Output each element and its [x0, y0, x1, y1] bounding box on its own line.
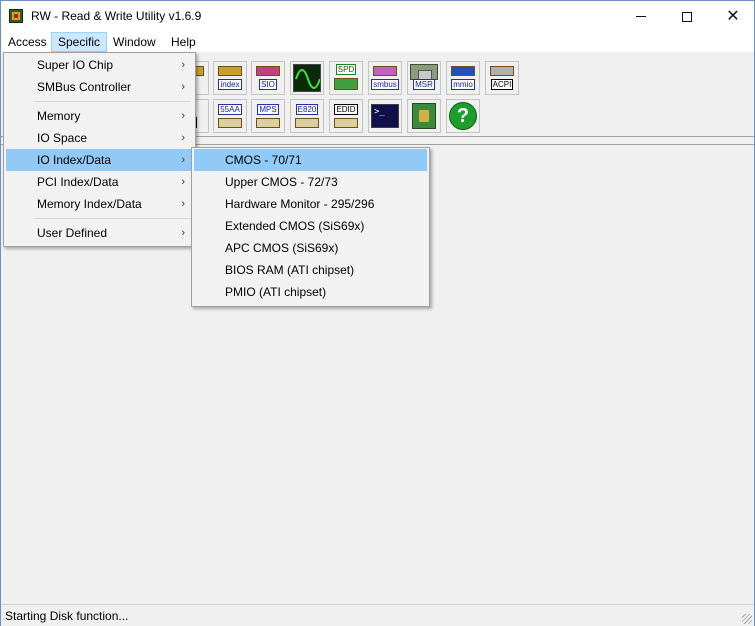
edid-icon: EDID	[332, 102, 360, 130]
submenu-arrow-icon: ›	[181, 227, 185, 239]
toolbar-button-terminal[interactable]: >_	[368, 99, 402, 133]
submenu-item-pmio[interactable]: PMIO (ATI chipset)	[194, 281, 427, 303]
smbus-label: smbus	[371, 79, 399, 90]
msr-label: MSR	[413, 79, 435, 90]
submenu-item-cmos[interactable]: CMOS - 70/71	[194, 149, 427, 171]
menu-item-io-index-data[interactable]: IO Index/Data ›	[6, 149, 193, 171]
status-bar: Starting Disk function...	[1, 604, 754, 626]
sio-icon: SIO	[254, 64, 282, 92]
menu-item-label: IO Index/Data	[37, 153, 112, 167]
menu-item-smbus-controller[interactable]: SMBus Controller ›	[6, 76, 193, 98]
spd-label: SPD	[335, 64, 357, 75]
minimize-icon	[636, 16, 646, 17]
window-title: RW - Read & Write Utility v1.6.9	[31, 9, 202, 23]
submenu-arrow-icon: ›	[181, 81, 185, 93]
menu-item-io-space[interactable]: IO Space ›	[6, 127, 193, 149]
submenu-arrow-icon: ›	[181, 110, 185, 122]
menu-bar: Access Specific Window Help	[1, 32, 754, 52]
55aa-label: 55AA	[218, 104, 242, 115]
toolbar-button-oscilloscope[interactable]	[290, 61, 324, 95]
help-icon: ?	[449, 102, 477, 130]
toolbar-button-pcb[interactable]	[407, 99, 441, 133]
menu-item-label: Memory	[37, 109, 81, 123]
close-button[interactable]: ✕	[710, 1, 755, 32]
submenu-item-hardware-monitor[interactable]: Hardware Monitor - 295/296	[194, 193, 427, 215]
menu-separator	[34, 101, 191, 102]
menu-separator	[34, 218, 191, 219]
menu-item-label: IO Space	[37, 131, 88, 145]
menu-access[interactable]: Access	[2, 32, 53, 52]
menu-item-memory-index-data[interactable]: Memory Index/Data ›	[6, 193, 193, 215]
menu-item-memory[interactable]: Memory ›	[6, 105, 193, 127]
close-icon: ✕	[726, 7, 740, 25]
edid-label: EDID	[334, 104, 358, 115]
spd-icon: SPD	[332, 64, 360, 92]
io-index-data-submenu: CMOS - 70/71 Upper CMOS - 72/73 Hardware…	[191, 147, 430, 307]
submenu-item-extended-cmos[interactable]: Extended CMOS (SiS69x)	[194, 215, 427, 237]
menu-item-user-defined[interactable]: User Defined ›	[6, 222, 193, 244]
menu-specific[interactable]: Specific	[51, 32, 108, 52]
toolbar-button-spd[interactable]: SPD	[329, 61, 363, 95]
menu-window[interactable]: Window	[107, 32, 162, 52]
msr-icon: MSR	[410, 64, 438, 92]
terminal-icon: >_	[371, 104, 399, 128]
resize-grip-icon[interactable]	[742, 614, 752, 624]
toolbar-button-index[interactable]: index	[213, 61, 247, 95]
menu-help[interactable]: Help	[165, 32, 202, 52]
mmio-label: mmio	[451, 79, 475, 90]
toolbar-button-mps[interactable]: MPS	[251, 99, 285, 133]
minimize-button[interactable]	[618, 1, 664, 32]
toolbar-button-acpi[interactable]: ACPI	[485, 61, 519, 95]
toolbar-button-sio[interactable]: SIO	[251, 61, 285, 95]
toolbar-button-mmio[interactable]: mmio	[446, 61, 480, 95]
oscilloscope-icon	[293, 64, 321, 92]
app-window: RW - Read & Write Utility v1.6.9 ✕ Acces…	[0, 0, 755, 626]
submenu-arrow-icon: ›	[181, 59, 185, 71]
mps-icon: MPS	[254, 102, 282, 130]
pcb-icon	[412, 103, 436, 129]
acpi-icon: ACPI	[488, 64, 516, 92]
status-text: Starting Disk function...	[5, 609, 129, 623]
submenu-arrow-icon: ›	[181, 198, 185, 210]
menu-item-pci-index-data[interactable]: PCI Index/Data ›	[6, 171, 193, 193]
55aa-icon: 55AA	[216, 102, 244, 130]
e820-icon: E820	[293, 102, 321, 130]
toolbar-button-msr[interactable]: MSR	[407, 61, 441, 95]
title-bar: RW - Read & Write Utility v1.6.9 ✕	[1, 1, 754, 32]
specific-menu: Super IO Chip › SMBus Controller › Memor…	[3, 52, 196, 247]
submenu-arrow-icon: ›	[181, 132, 185, 144]
menu-item-label: Super IO Chip	[37, 58, 114, 72]
app-icon	[9, 9, 23, 23]
maximize-button[interactable]	[664, 1, 710, 32]
index-icon: index	[216, 64, 244, 92]
toolbar-button-55aa[interactable]: 55AA	[213, 99, 247, 133]
e820-label: E820	[295, 104, 319, 115]
index-label: index	[218, 79, 242, 90]
mps-label: MPS	[257, 104, 279, 115]
toolbar-button-smbus[interactable]: smbus	[368, 61, 402, 95]
smbus-icon: smbus	[371, 64, 399, 92]
submenu-arrow-icon: ›	[181, 176, 185, 188]
toolbar-button-help[interactable]: ?	[446, 99, 480, 133]
sio-label: SIO	[259, 79, 277, 90]
menu-item-label: User Defined	[37, 226, 108, 240]
menu-item-super-io-chip[interactable]: Super IO Chip ›	[6, 54, 193, 76]
maximize-icon	[682, 11, 692, 22]
submenu-arrow-icon: ›	[181, 154, 185, 166]
menu-item-label: Memory Index/Data	[37, 197, 142, 211]
menu-item-label: SMBus Controller	[37, 80, 132, 94]
submenu-item-apc-cmos[interactable]: APC CMOS (SiS69x)	[194, 237, 427, 259]
mmio-icon: mmio	[449, 64, 477, 92]
menu-item-label: PCI Index/Data	[37, 175, 119, 189]
acpi-label: ACPI	[490, 79, 514, 90]
submenu-item-bios-ram[interactable]: BIOS RAM (ATI chipset)	[194, 259, 427, 281]
submenu-item-upper-cmos[interactable]: Upper CMOS - 72/73	[194, 171, 427, 193]
toolbar-button-e820[interactable]: E820	[290, 99, 324, 133]
toolbar-button-edid[interactable]: EDID	[329, 99, 363, 133]
